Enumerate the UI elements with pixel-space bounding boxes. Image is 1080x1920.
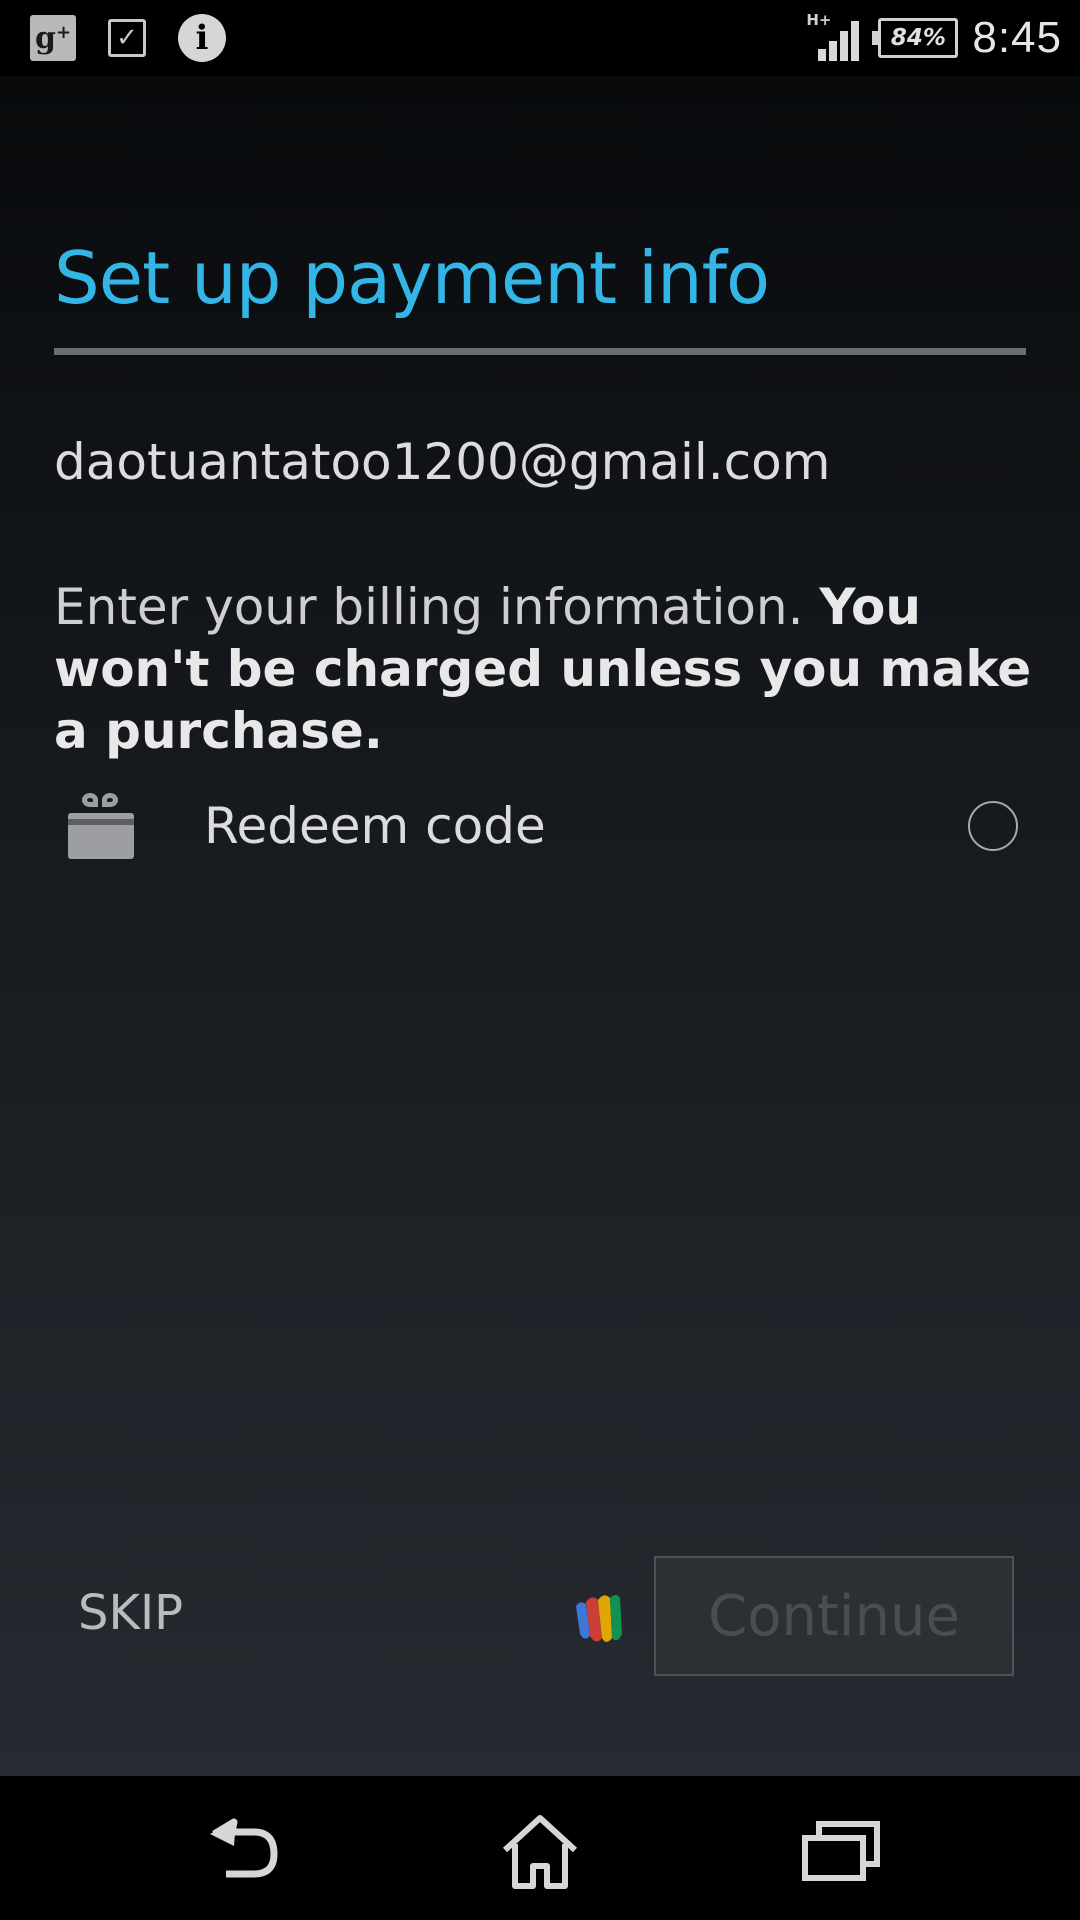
title-divider xyxy=(54,348,1026,355)
google-wallet-icon xyxy=(566,1584,632,1650)
billing-text-regular: Enter your billing information. xyxy=(54,578,820,636)
status-bar: g + ✓ i H+ 84% 8:45 xyxy=(0,0,1080,76)
page-title: Set up payment info xyxy=(54,236,770,320)
info-icon: i xyxy=(178,14,226,62)
continue-button[interactable]: Continue xyxy=(654,1556,1014,1676)
wallet-logo-svg xyxy=(576,1595,622,1642)
clock: 8:45 xyxy=(972,13,1062,62)
account-email: daotuantatoo1200@gmail.com xyxy=(54,433,831,491)
battery-icon: 84% xyxy=(872,18,959,58)
task-check-icon: ✓ xyxy=(108,19,146,57)
home-icon[interactable] xyxy=(495,1812,585,1892)
back-icon[interactable] xyxy=(196,1812,286,1892)
billing-description: Enter your billing information. You won'… xyxy=(54,576,1034,762)
gift-icon xyxy=(68,793,134,859)
system-icons: H+ 84% 8:45 xyxy=(806,8,1062,68)
skip-button[interactable]: SKIP xyxy=(54,1575,207,1651)
signal-icon: H+ xyxy=(806,11,864,61)
redeem-code-option[interactable]: Redeem code xyxy=(54,776,1026,876)
recent-apps-icon[interactable] xyxy=(795,1812,885,1892)
notification-icons: g + ✓ i xyxy=(30,14,226,62)
google-plus-icon: g + xyxy=(30,15,76,61)
redeem-code-radio[interactable] xyxy=(968,801,1018,851)
navigation-bar xyxy=(0,1776,1080,1920)
payment-setup-screen: Set up payment info daotuantatoo1200@gma… xyxy=(0,76,1080,1776)
battery-percent: 84% xyxy=(890,25,946,51)
screen: g + ✓ i H+ 84% 8:45 Set up payment info d… xyxy=(0,0,1080,1920)
redeem-code-label: Redeem code xyxy=(204,797,546,855)
network-type: H+ xyxy=(806,11,832,29)
